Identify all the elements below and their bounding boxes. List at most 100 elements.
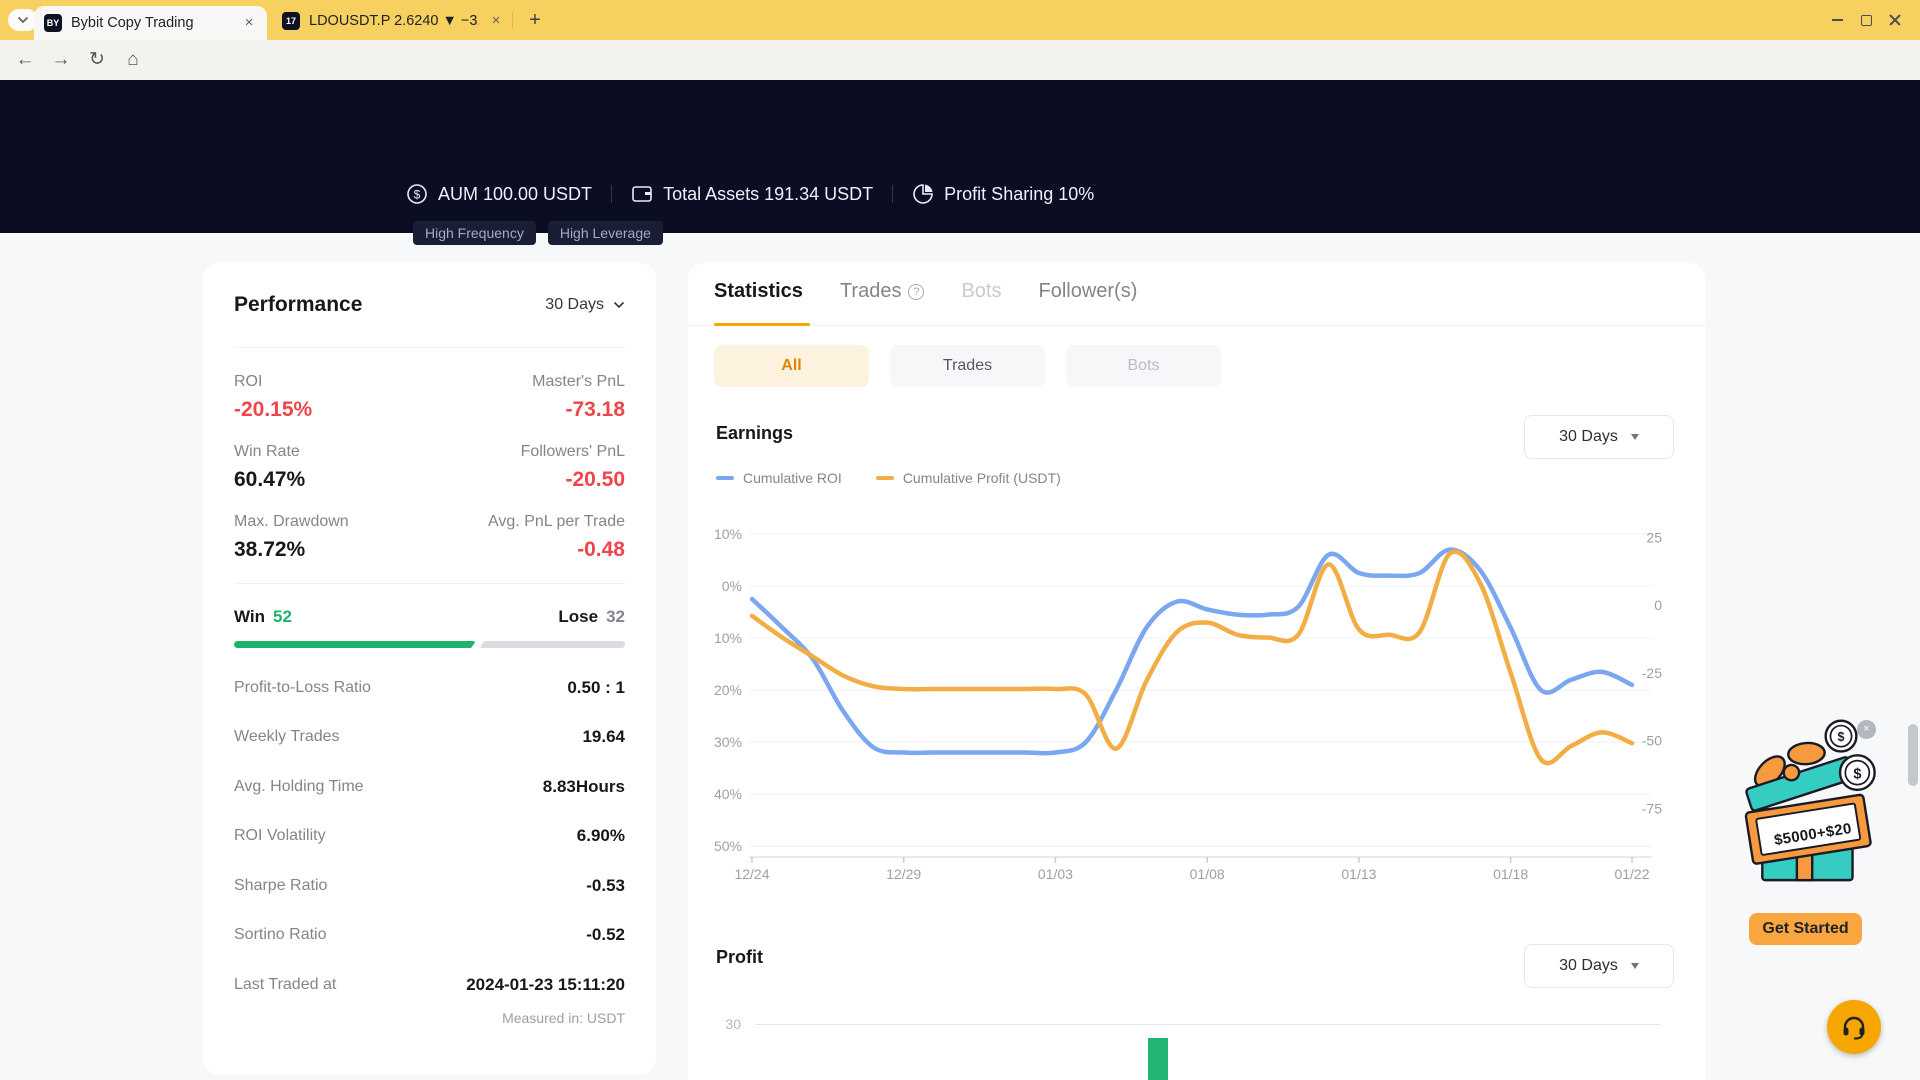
svg-text:-30%: -30% xyxy=(714,734,742,750)
chevron-down-icon xyxy=(613,301,625,309)
back-button[interactable]: ← xyxy=(12,48,38,72)
svg-text:-75: -75 xyxy=(1642,800,1662,816)
window-close-button[interactable] xyxy=(1886,12,1904,28)
tag-high-frequency: High Frequency xyxy=(413,221,536,245)
gift-box-illustration: $ $ xyxy=(1733,715,1878,907)
performance-stats: ROI-20.15% Master's PnL-73.18 Win Rate60… xyxy=(234,373,625,562)
tab-bybit-copy-trading[interactable]: BY Bybit Copy Trading × xyxy=(34,6,267,40)
performance-panel: Performance 30 Days ROI-20.15% Master's … xyxy=(203,263,656,1075)
chevron-down-icon xyxy=(17,16,29,24)
total-assets-metric: Total Assets 191.34 USDT xyxy=(631,184,873,205)
browser-titlebar: BY Bybit Copy Trading × 17 LDOUSDT.P 2.6… xyxy=(0,0,1920,40)
svg-text:0: 0 xyxy=(1654,597,1662,613)
profit-title: Profit xyxy=(716,947,763,968)
kv-row: Weekly Trades19.64 xyxy=(234,727,625,747)
svg-text:01/03: 01/03 xyxy=(1038,866,1073,882)
stat-label: Max. Drawdown xyxy=(234,513,349,531)
profit-sharing-text: Profit Sharing 10% xyxy=(944,184,1094,205)
new-tab-button[interactable]: + xyxy=(522,7,548,33)
kv-row: Avg. Holding Time8.83Hours xyxy=(234,777,625,797)
statistics-tabs: Statistics Trades? Bots Follower(s) xyxy=(714,280,1137,303)
kv-row: Profit-to-Loss Ratio0.50 : 1 xyxy=(234,678,625,698)
measured-in-note: Measured in: USDT xyxy=(234,1010,625,1026)
svg-text:-50: -50 xyxy=(1642,733,1662,749)
forward-icon: → xyxy=(52,49,71,70)
tab-followers[interactable]: Follower(s) xyxy=(1038,280,1137,303)
svg-text:-20%: -20% xyxy=(714,682,742,698)
aum-text: AUM 100.00 USDT xyxy=(438,184,592,205)
tab-title: Bybit Copy Trading xyxy=(71,15,232,31)
window-minimize-button[interactable] xyxy=(1828,12,1846,28)
stat-label: Win Rate xyxy=(234,443,305,461)
active-tab-underline xyxy=(714,323,810,326)
page-scrollbar-thumb[interactable] xyxy=(1908,724,1918,786)
legend-swatch xyxy=(716,476,734,480)
tab-bots[interactable]: Bots xyxy=(961,280,1001,303)
trader-header-banner: $ AUM 100.00 USDT Total Assets 191.34 US… xyxy=(0,80,1920,233)
stat-value: -73.18 xyxy=(532,398,625,422)
tab-ldousdt[interactable]: 17 LDOUSDT.P 2.6240 ▼ −3.1 × xyxy=(282,8,504,34)
performance-range-select[interactable]: 30 Days xyxy=(545,296,625,314)
promo-close-button[interactable]: × xyxy=(1857,720,1876,739)
support-chat-button[interactable] xyxy=(1827,1000,1881,1054)
tab-trades[interactable]: Trades? xyxy=(840,280,925,303)
win-count: 52 xyxy=(273,607,292,626)
kv-row: ROI Volatility6.90% xyxy=(234,826,625,846)
legend-swatch xyxy=(876,476,894,480)
reload-button[interactable]: ↻ xyxy=(84,48,110,72)
screen: BY Bybit Copy Trading × 17 LDOUSDT.P 2.6… xyxy=(0,0,1920,1080)
home-button[interactable]: ⌂ xyxy=(120,48,146,72)
svg-text:0%: 0% xyxy=(722,578,742,594)
coin-dollar-icon: $ xyxy=(406,183,428,205)
profit-ytick: 30 xyxy=(714,1016,741,1032)
trader-tags: High Frequency High Leverage xyxy=(413,221,663,245)
trader-metrics: $ AUM 100.00 USDT Total Assets 191.34 US… xyxy=(406,183,1094,205)
divider xyxy=(234,583,625,584)
stat-value: -0.48 xyxy=(488,538,625,562)
promo-gift-banner[interactable]: $ $ xyxy=(1733,715,1878,907)
svg-text:-25: -25 xyxy=(1642,665,1662,681)
svg-text:01/22: 01/22 xyxy=(1614,866,1649,882)
forward-button[interactable]: → xyxy=(48,48,74,72)
wallet-icon xyxy=(631,184,653,204)
legend-cumulative-roi: Cumulative ROI xyxy=(716,470,842,486)
kv-row: Sharpe Ratio-0.53 xyxy=(234,876,625,896)
filter-bots-button[interactable]: Bots xyxy=(1066,345,1221,387)
svg-text:$: $ xyxy=(1853,766,1861,782)
coin-icon: $ xyxy=(1840,755,1875,790)
maximize-icon xyxy=(1861,15,1872,26)
svg-text:12/24: 12/24 xyxy=(734,866,769,882)
earnings-line-chart: 10%0%-10%-20%-30%-40%-50%250-25-50-7512/… xyxy=(714,510,1667,888)
profit-sharing-metric: Profit Sharing 10% xyxy=(912,183,1094,205)
tradingview-favicon: 17 xyxy=(282,12,300,30)
pie-chart-icon xyxy=(912,183,934,205)
caret-down-icon xyxy=(1631,963,1639,969)
filter-all-button[interactable]: All xyxy=(714,345,869,387)
stat-label: Master's PnL xyxy=(532,373,625,391)
total-assets-text: Total Assets 191.34 USDT xyxy=(663,184,873,205)
win-lose-row: Win52 Lose32 xyxy=(234,607,625,627)
back-icon: ← xyxy=(16,49,35,70)
lose-bar-fill xyxy=(479,641,625,648)
profit-range-dropdown[interactable]: 30 Days xyxy=(1524,944,1674,988)
earnings-range-dropdown[interactable]: 30 Days xyxy=(1524,415,1674,459)
kv-row: Sortino Ratio-0.52 xyxy=(234,925,625,945)
headset-icon xyxy=(1840,1014,1868,1040)
win-lose-bar xyxy=(234,641,625,648)
svg-text:01/08: 01/08 xyxy=(1190,866,1225,882)
filter-trades-button[interactable]: Trades xyxy=(890,345,1045,387)
stat-value: 38.72% xyxy=(234,538,349,562)
browser-toolbar: ← → ↻ ⌂ bybit.com/copyTrade/trade-center… xyxy=(0,40,1920,80)
get-started-button[interactable]: Get Started xyxy=(1749,913,1862,945)
kv-row: Last Traded at2024-01-23 15:11:20 xyxy=(234,975,625,995)
tab-title: LDOUSDT.P 2.6240 ▼ −3.1 xyxy=(309,13,479,29)
coin-icon: $ xyxy=(1826,721,1857,752)
profit-bar xyxy=(1148,1038,1168,1080)
tab-close-icon[interactable]: × xyxy=(488,13,504,29)
window-maximize-button[interactable] xyxy=(1857,12,1875,28)
reload-icon: ↻ xyxy=(89,49,105,70)
tab-statistics[interactable]: Statistics xyxy=(714,280,803,303)
stat-label: Avg. PnL per Trade xyxy=(488,513,625,531)
trades-info-icon[interactable]: ? xyxy=(908,284,924,300)
tab-close-icon[interactable]: × xyxy=(241,15,257,31)
